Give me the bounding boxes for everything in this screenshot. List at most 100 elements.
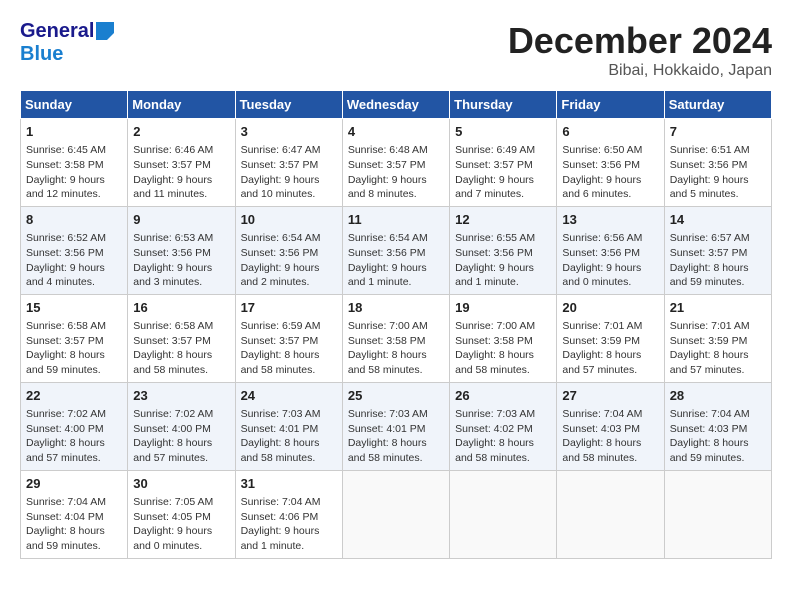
sunrise: Sunrise: 6:47 AM (241, 144, 321, 156)
sunrise: Sunrise: 6:53 AM (133, 232, 213, 244)
table-row: 12Sunrise: 6:55 AMSunset: 3:56 PMDayligh… (450, 206, 557, 294)
day-number: 27 (562, 387, 658, 405)
daylight: Daylight: 8 hours and 57 minutes. (133, 437, 212, 464)
sunset: Sunset: 4:00 PM (133, 423, 211, 435)
day-number: 8 (26, 211, 122, 229)
calendar-week-row: 15Sunrise: 6:58 AMSunset: 3:57 PMDayligh… (21, 294, 772, 382)
sunset: Sunset: 3:57 PM (133, 159, 211, 171)
table-row: 11Sunrise: 6:54 AMSunset: 3:56 PMDayligh… (342, 206, 449, 294)
sunset: Sunset: 3:57 PM (455, 159, 533, 171)
table-row: 30Sunrise: 7:05 AMSunset: 4:05 PMDayligh… (128, 470, 235, 558)
sunrise: Sunrise: 6:49 AM (455, 144, 535, 156)
day-number: 15 (26, 299, 122, 317)
day-number: 23 (133, 387, 229, 405)
table-row: 27Sunrise: 7:04 AMSunset: 4:03 PMDayligh… (557, 382, 664, 470)
daylight: Daylight: 8 hours and 58 minutes. (455, 437, 534, 464)
table-row: 13Sunrise: 6:56 AMSunset: 3:56 PMDayligh… (557, 206, 664, 294)
day-number: 17 (241, 299, 337, 317)
day-number: 9 (133, 211, 229, 229)
sunrise: Sunrise: 7:03 AM (241, 408, 321, 420)
table-row (557, 470, 664, 558)
sunrise: Sunrise: 7:05 AM (133, 496, 213, 508)
table-row: 31 Sunrise: 7:04 AM Sunset: 4:06 PM Dayligh… (235, 470, 342, 558)
daylight: Daylight: 9 hours and 1 minute. (455, 262, 534, 289)
daylight: Daylight: 9 hours and 4 minutes. (26, 262, 105, 289)
calendar-week-row: 8Sunrise: 6:52 AMSunset: 3:56 PMDaylight… (21, 206, 772, 294)
sunrise: Sunrise: 6:48 AM (348, 144, 428, 156)
sunset: Sunset: 3:56 PM (348, 247, 426, 259)
table-row: 21Sunrise: 7:01 AMSunset: 3:59 PMDayligh… (664, 294, 771, 382)
sunset: Sunset: 3:56 PM (562, 247, 640, 259)
table-row: 25Sunrise: 7:03 AMSunset: 4:01 PMDayligh… (342, 382, 449, 470)
sunset: Sunset: 3:58 PM (348, 335, 426, 347)
day-number: 4 (348, 123, 444, 141)
table-row (450, 470, 557, 558)
sunrise: Sunrise: 6:45 AM (26, 144, 106, 156)
table-row: 26Sunrise: 7:03 AMSunset: 4:02 PMDayligh… (450, 382, 557, 470)
table-row: 10Sunrise: 6:54 AMSunset: 3:56 PMDayligh… (235, 206, 342, 294)
sunset: Sunset: 4:06 PM (241, 511, 319, 523)
table-row (664, 470, 771, 558)
daylight: Daylight: 8 hours and 58 minutes. (348, 349, 427, 376)
daylight: Daylight: 9 hours and 3 minutes. (133, 262, 212, 289)
table-row: 20 Sunrise: 7:01 AM Sunset: 3:59 PM Dayligh… (557, 294, 664, 382)
sunset: Sunset: 3:56 PM (562, 159, 640, 171)
sunset: Sunset: 3:59 PM (562, 335, 640, 347)
day-header-sunday: Sunday (21, 91, 128, 119)
daylight: Daylight: 8 hours and 58 minutes. (241, 437, 320, 464)
sunrise: Sunrise: 7:00 AM (348, 320, 428, 332)
sunset: Sunset: 4:01 PM (241, 423, 319, 435)
day-number: 25 (348, 387, 444, 405)
daylight: Daylight: 8 hours and 58 minutes. (562, 437, 641, 464)
sunrise: Sunrise: 6:50 AM (562, 144, 642, 156)
sunset: Sunset: 4:03 PM (670, 423, 748, 435)
sunset: Sunset: 3:56 PM (455, 247, 533, 259)
day-number: 6 (562, 123, 658, 141)
calendar-header-row: SundayMondayTuesdayWednesdayThursdayFrid… (21, 91, 772, 119)
daylight: Daylight: 9 hours and 1 minute. (241, 525, 320, 552)
table-row: 19Sunrise: 7:00 AMSunset: 3:58 PMDayligh… (450, 294, 557, 382)
sunset: Sunset: 3:56 PM (670, 159, 748, 171)
sunset: Sunset: 3:57 PM (670, 247, 748, 259)
sunrise: Sunrise: 6:58 AM (133, 320, 213, 332)
sunset: Sunset: 3:58 PM (455, 335, 533, 347)
daylight: Daylight: 9 hours and 8 minutes. (348, 174, 427, 201)
daylight: Daylight: 8 hours and 58 minutes. (241, 349, 320, 376)
table-row: 9Sunrise: 6:53 AMSunset: 3:56 PMDaylight… (128, 206, 235, 294)
day-number: 31 (241, 475, 337, 493)
daylight: Daylight: 8 hours and 57 minutes. (562, 349, 641, 376)
table-row: 4Sunrise: 6:48 AMSunset: 3:57 PMDaylight… (342, 119, 449, 207)
day-number: 13 (562, 211, 658, 229)
daylight: Daylight: 8 hours and 59 minutes. (670, 262, 749, 289)
daylight: Daylight: 9 hours and 6 minutes. (562, 174, 641, 201)
table-row (342, 470, 449, 558)
sunrise: Sunrise: 7:03 AM (455, 408, 535, 420)
daylight: Daylight: 9 hours and 10 minutes. (241, 174, 320, 201)
day-number: 20 (562, 299, 658, 317)
table-row: 16Sunrise: 6:58 AMSunset: 3:57 PMDayligh… (128, 294, 235, 382)
sunrise: Sunrise: 7:03 AM (348, 408, 428, 420)
daylight: Daylight: 9 hours and 11 minutes. (133, 174, 212, 201)
daylight: Daylight: 8 hours and 59 minutes. (26, 349, 105, 376)
day-number: 14 (670, 211, 766, 229)
sunrise: Sunrise: 7:01 AM (562, 320, 642, 332)
table-row: 15Sunrise: 6:58 AMSunset: 3:57 PMDayligh… (21, 294, 128, 382)
table-row: 1Sunrise: 6:45 AMSunset: 3:58 PMDaylight… (21, 119, 128, 207)
month-title: December 2024 (508, 20, 772, 62)
calendar-week-row: 29Sunrise: 7:04 AMSunset: 4:04 PMDayligh… (21, 470, 772, 558)
logo-icon (96, 22, 114, 40)
daylight: Daylight: 8 hours and 57 minutes. (26, 437, 105, 464)
sunset: Sunset: 4:01 PM (348, 423, 426, 435)
table-row: 14Sunrise: 6:57 AMSunset: 3:57 PMDayligh… (664, 206, 771, 294)
sunset: Sunset: 3:59 PM (670, 335, 748, 347)
sunrise: Sunrise: 6:46 AM (133, 144, 213, 156)
sunrise: Sunrise: 7:04 AM (241, 496, 321, 508)
daylight: Daylight: 8 hours and 57 minutes. (670, 349, 749, 376)
sunrise: Sunrise: 7:04 AM (26, 496, 106, 508)
sunrise: Sunrise: 7:04 AM (562, 408, 642, 420)
sunrise: Sunrise: 7:02 AM (26, 408, 106, 420)
table-row: 24Sunrise: 7:03 AMSunset: 4:01 PMDayligh… (235, 382, 342, 470)
sunset: Sunset: 4:05 PM (133, 511, 211, 523)
table-row: 3Sunrise: 6:47 AMSunset: 3:57 PMDaylight… (235, 119, 342, 207)
sunrise: Sunrise: 7:04 AM (670, 408, 750, 420)
